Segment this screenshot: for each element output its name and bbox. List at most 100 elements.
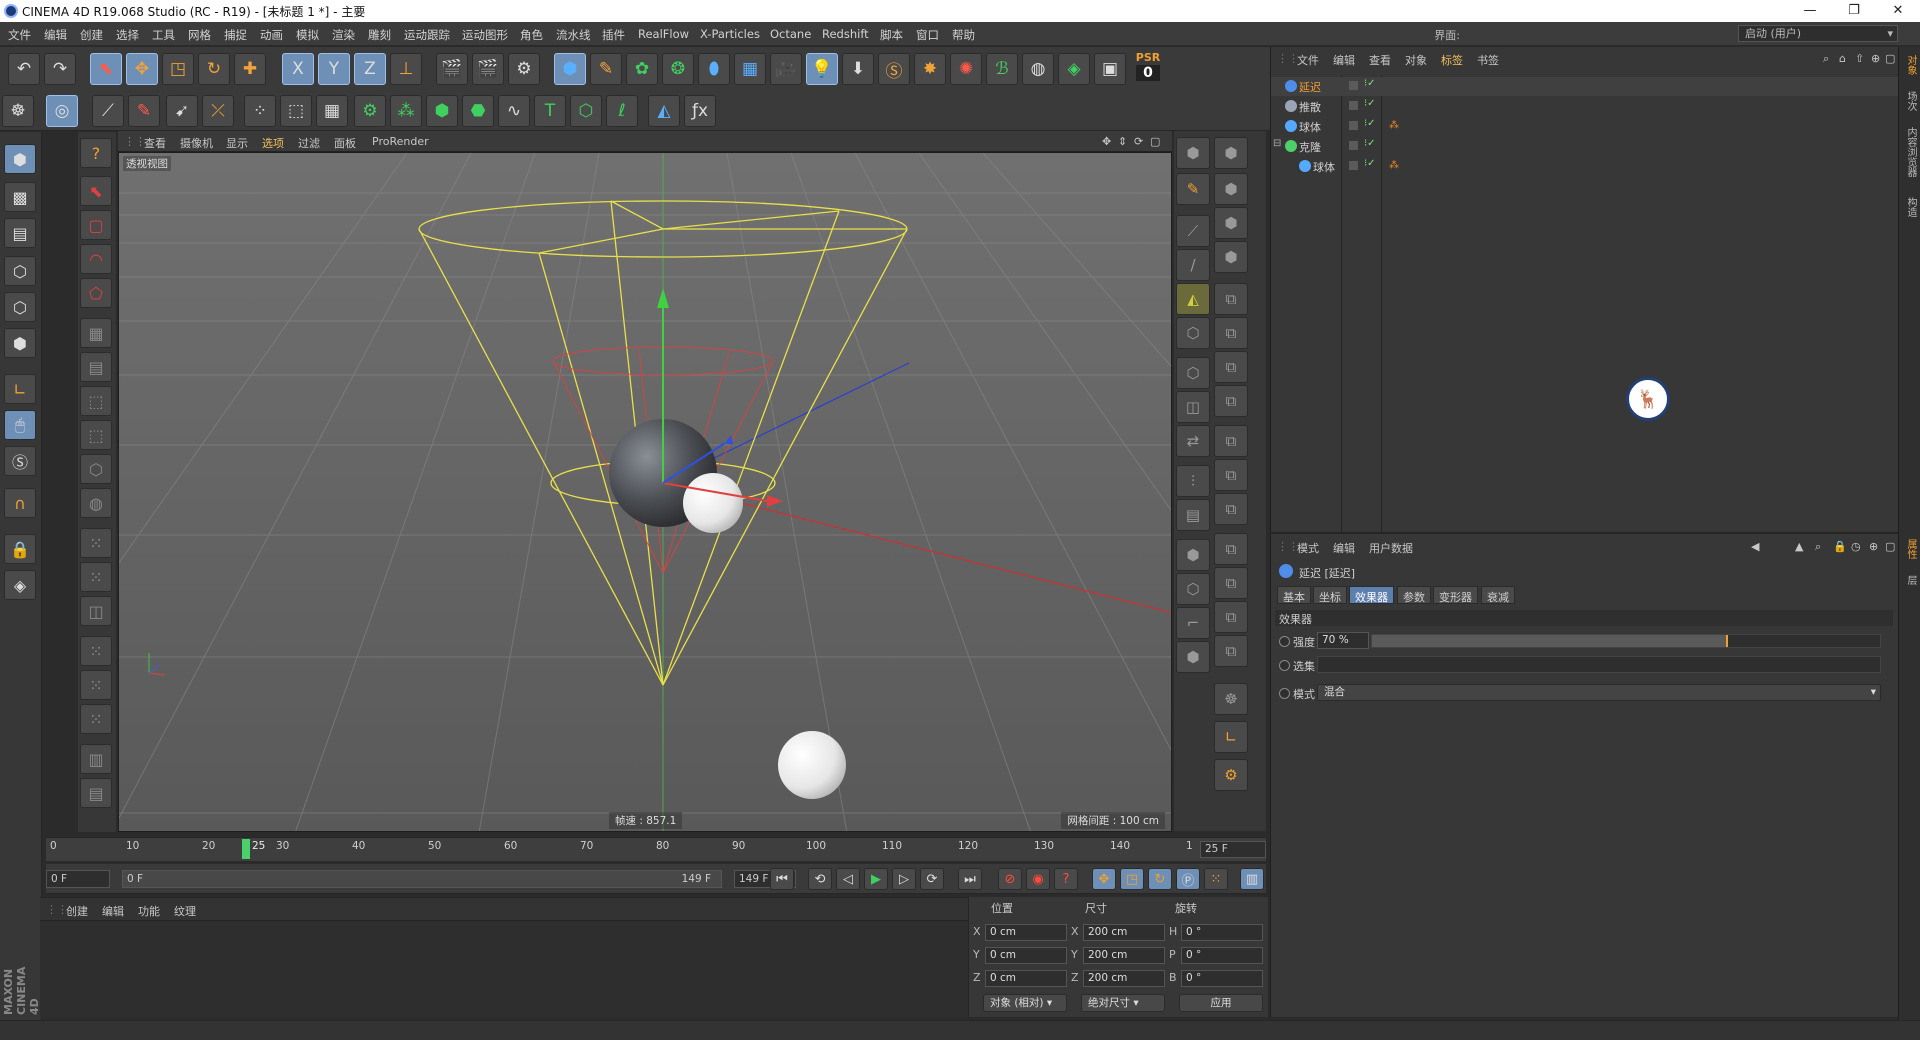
size-z-field[interactable]: 200 cm: [1083, 970, 1165, 987]
viewport-menu-view[interactable]: 查看: [144, 135, 166, 151]
snap-off-icon[interactable]: ⟋: [92, 95, 124, 127]
playhead[interactable]: [242, 839, 250, 859]
extrude-tool-icon[interactable]: ⬚: [80, 386, 112, 416]
floor-icon[interactable]: ▦: [734, 53, 766, 85]
picture-plugin-icon[interactable]: ▣: [1094, 53, 1126, 85]
iron-tool-icon[interactable]: ▤: [80, 778, 112, 808]
cube-stack-icon[interactable]: ⬢: [1214, 173, 1248, 205]
menu-select[interactable]: 选择: [116, 27, 139, 43]
light-icon[interactable]: 💡: [806, 53, 838, 85]
play-icon[interactable]: ▶: [864, 868, 888, 890]
enabled-check-icon[interactable]: ⁝✓: [1364, 78, 1376, 89]
coordinate-mode-select[interactable]: 对象 (相对) ▾: [983, 994, 1067, 1012]
cube-grid-icon[interactable]: ⬢: [1214, 137, 1248, 169]
position-x-field[interactable]: 0 cm: [985, 924, 1067, 941]
om-menu-objects[interactable]: 对象: [1405, 52, 1427, 68]
menu-file[interactable]: 文件: [8, 27, 31, 43]
panel-icon[interactable]: ▢: [1885, 52, 1895, 65]
z-axis-handle-icon[interactable]: [725, 435, 733, 445]
material-menu-create[interactable]: 创建: [66, 903, 88, 919]
spiral-icon[interactable]: ℓ: [606, 95, 638, 127]
axis-mode-icon[interactable]: ∟: [4, 374, 36, 404]
polygon-mode-icon[interactable]: ⬢: [4, 328, 36, 358]
snap-magnet-icon[interactable]: ∩: [4, 488, 36, 518]
viewport-menu-filter[interactable]: 过滤: [298, 135, 320, 151]
scale-icon[interactable]: ◳: [162, 53, 194, 85]
select-pointer-icon[interactable]: ⬉: [80, 176, 112, 206]
viewport-menu-options[interactable]: 选项: [262, 135, 284, 151]
side-tab-objects[interactable]: 对象: [1902, 55, 1918, 75]
am-menu-userdata[interactable]: 用户数据: [1369, 540, 1413, 556]
lock-workplane-icon[interactable]: 🔒: [4, 534, 36, 564]
key-param-icon[interactable]: Ⓟ: [1176, 868, 1200, 890]
visibility-toggle[interactable]: [1349, 141, 1358, 150]
material-tag-icon[interactable]: ⁂: [1389, 120, 1399, 131]
up-arrow-icon[interactable]: ⇧: [1855, 52, 1864, 65]
viewport-zoom-icon[interactable]: ⇕: [1118, 135, 1127, 148]
menu-snap[interactable]: 捕捉: [224, 27, 247, 43]
key-points-icon[interactable]: ⁙: [1204, 868, 1228, 890]
enabled-check-icon[interactable]: ⁝✓: [1364, 138, 1376, 149]
om-menu-edit[interactable]: 编辑: [1333, 52, 1355, 68]
render-settings-icon[interactable]: ⚙: [508, 53, 540, 85]
object-row[interactable]: 延迟 ⁝✓: [1271, 77, 1899, 96]
cube-green-icon[interactable]: ⬢: [426, 95, 458, 127]
perspective-viewport[interactable]: 透视视图 帧速 : 857.1 网格间距 : 100 cm: [118, 152, 1172, 832]
menu-window[interactable]: 窗口: [916, 27, 939, 43]
plane-icon[interactable]: ◫: [1176, 391, 1210, 423]
make-editable-icon[interactable]: ☸: [2, 95, 34, 127]
menu-render[interactable]: 渲染: [332, 27, 355, 43]
deformer-7-icon[interactable]: ⧉: [1214, 493, 1248, 525]
visibility-toggle[interactable]: [1349, 101, 1358, 110]
menu-redshift[interactable]: Redshift: [822, 27, 869, 41]
menu-simulate[interactable]: 模拟: [296, 27, 319, 43]
deformer-2-icon[interactable]: ⧉: [1214, 317, 1248, 349]
menu-xparticles[interactable]: X-Particles: [700, 27, 760, 41]
rotation-p-field[interactable]: 0 °: [1181, 947, 1263, 964]
paint-icon[interactable]: ◭: [648, 95, 680, 127]
selection-field[interactable]: [1317, 656, 1881, 673]
side-tab-layers[interactable]: 层: [1902, 575, 1918, 585]
tab-basic[interactable]: 基本: [1277, 586, 1311, 604]
deformer-5-icon[interactable]: ⧉: [1214, 425, 1248, 457]
material-menu-texture[interactable]: 纹理: [174, 903, 196, 919]
deformer-6-icon[interactable]: ⧉: [1214, 459, 1248, 491]
menu-help[interactable]: 帮助: [952, 27, 975, 43]
layout-select[interactable]: 启动 (用户) ▾: [1738, 25, 1898, 42]
scatter-icon[interactable]: ⁂: [390, 95, 422, 127]
material-menu-edit[interactable]: 编辑: [102, 903, 124, 919]
search-icon[interactable]: ⌕: [1823, 52, 1829, 66]
object-row[interactable]: 推散 ⁝✓: [1271, 97, 1899, 116]
menu-octane[interactable]: Octane: [770, 27, 811, 41]
grid-dots-5-icon[interactable]: ⁙: [80, 704, 112, 734]
goto-start-icon[interactable]: ⏮: [770, 868, 794, 890]
magnet-select-icon[interactable]: ⤫: [202, 95, 234, 127]
visibility-toggle[interactable]: [1349, 121, 1358, 130]
menu-character[interactable]: 角色: [520, 27, 543, 43]
visibility-toggle[interactable]: [1349, 161, 1358, 170]
material-tag-icon[interactable]: ⁂: [1389, 160, 1399, 171]
tab-coord[interactable]: 坐标: [1313, 586, 1347, 604]
timeline-window-icon[interactable]: ▥: [1240, 868, 1264, 890]
frame-range-slider[interactable]: 0 F 149 F: [122, 870, 722, 888]
object-row[interactable]: ⊟ 克隆 ⁝✓: [1271, 137, 1899, 156]
menu-tools[interactable]: 工具: [152, 27, 175, 43]
voronoi-icon[interactable]: ⬣: [462, 95, 494, 127]
om-menu-tags[interactable]: 标签: [1441, 52, 1463, 68]
bevel-tool-icon[interactable]: ⬚: [80, 420, 112, 450]
filter-icon[interactable]: ◭: [1176, 283, 1210, 315]
cloner-icon[interactable]: ❂: [662, 53, 694, 85]
viewport-menu-prorender[interactable]: ProRender: [372, 135, 429, 148]
render-picture-viewer-icon[interactable]: 🎬: [472, 53, 504, 85]
xparticles-emitter-icon[interactable]: ✸: [914, 53, 946, 85]
viewport-menu-panel[interactable]: 面板: [334, 135, 356, 151]
fps-field[interactable]: 25 F: [1200, 841, 1266, 858]
diamond-plugin-icon[interactable]: ◈: [1058, 53, 1090, 85]
goto-end-icon[interactable]: ⏭: [958, 868, 982, 890]
workplane-icon[interactable]: ▤: [4, 218, 36, 248]
y-axis-handle-icon[interactable]: [657, 288, 669, 308]
grid-dots-4-icon[interactable]: ⁙: [80, 670, 112, 700]
z-axis-lock-button[interactable]: Z: [354, 53, 386, 85]
viewport-maximize-icon[interactable]: ▢: [1150, 135, 1160, 148]
deformer-8-icon[interactable]: ⧉: [1214, 533, 1248, 565]
